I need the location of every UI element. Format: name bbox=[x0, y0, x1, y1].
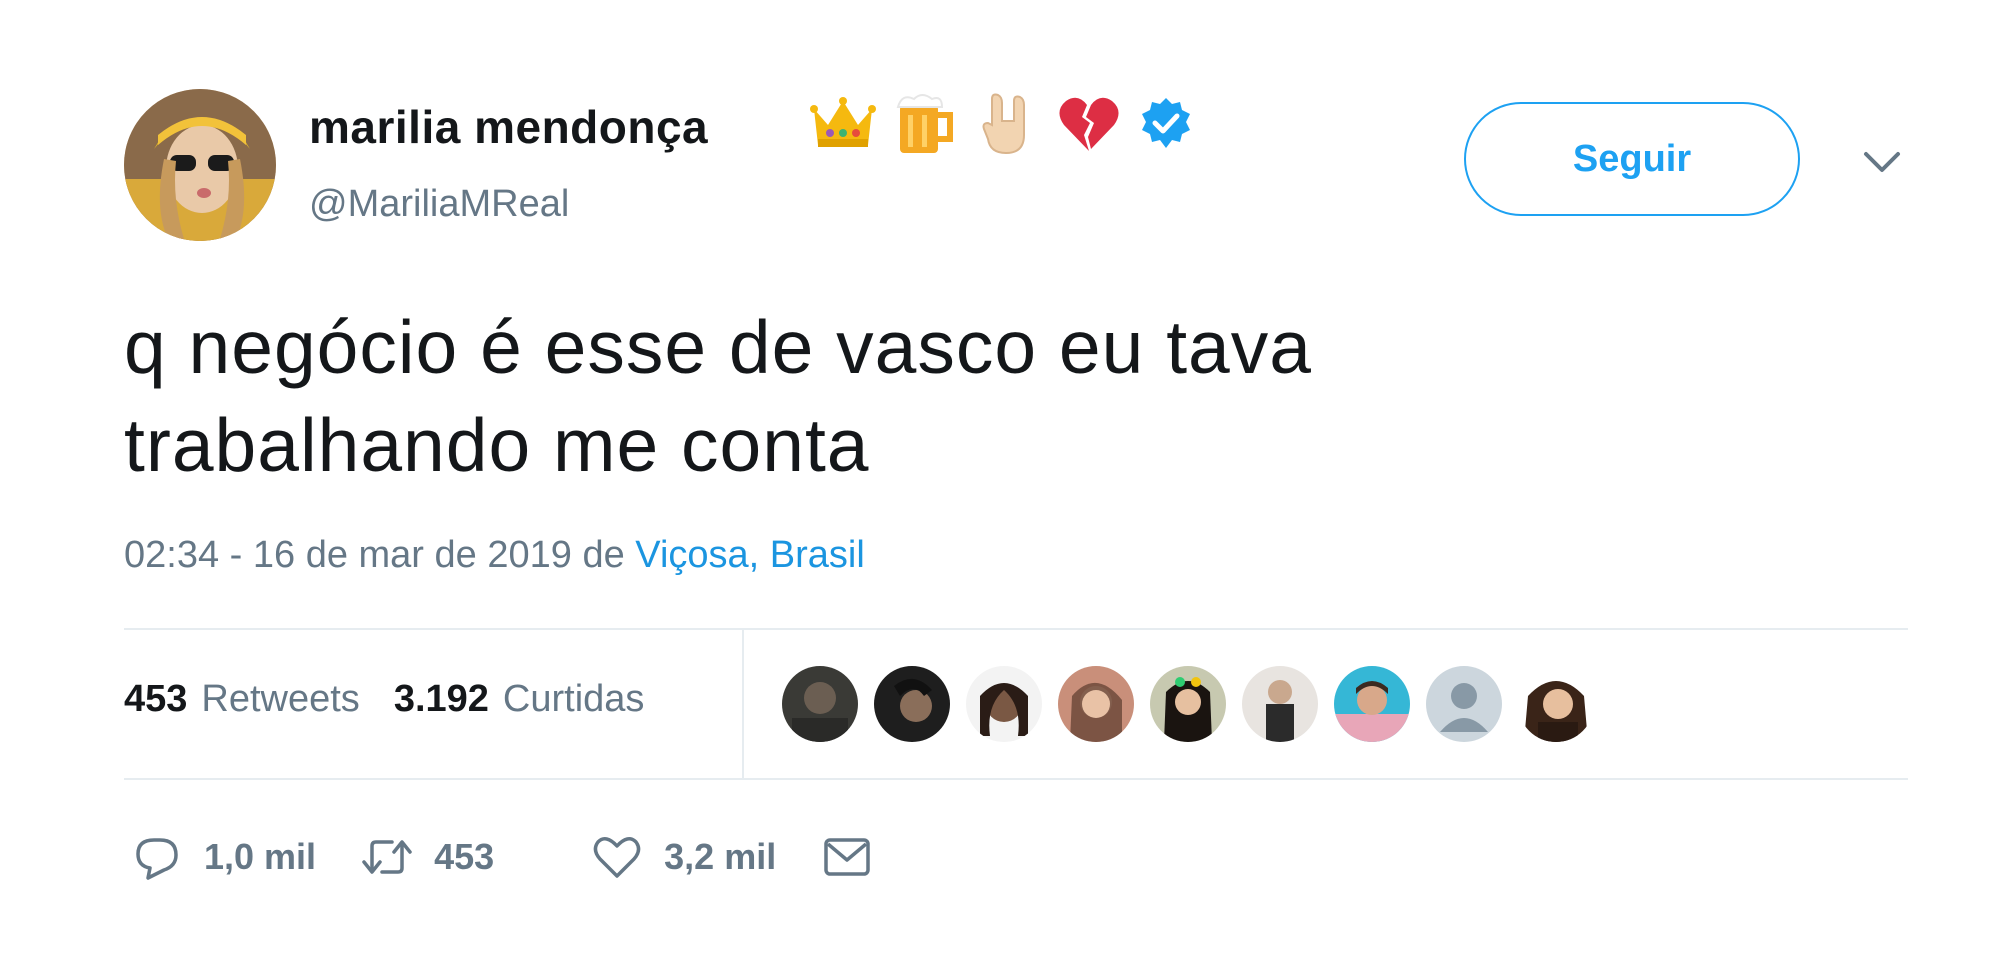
follow-button[interactable]: Seguir bbox=[1464, 102, 1800, 216]
retweet-count: 453 bbox=[434, 836, 495, 877]
liker-avatar[interactable] bbox=[1242, 666, 1318, 742]
reply-icon bbox=[136, 838, 178, 880]
tweet-card: marilia mendonça @MariliaMReal Seguir q … bbox=[0, 0, 2000, 978]
direct-message-action[interactable] bbox=[820, 830, 874, 884]
name-emoji-row bbox=[810, 88, 1194, 160]
author-avatar[interactable] bbox=[124, 89, 276, 241]
engagement-stats: 453 Retweets 3.192 Curtidas bbox=[124, 678, 644, 721]
likes-stat[interactable]: 3.192 Curtidas bbox=[394, 678, 645, 721]
from-word: de bbox=[582, 534, 625, 576]
divider-top bbox=[124, 628, 1908, 630]
author-display-name[interactable]: marilia mendonça bbox=[309, 100, 708, 154]
retweet-icon bbox=[362, 840, 412, 874]
stats-vertical-divider bbox=[742, 630, 744, 778]
rock-on-hand-emoji bbox=[982, 93, 1025, 155]
liker-avatar[interactable] bbox=[1150, 666, 1226, 742]
retweets-stat[interactable]: 453 Retweets bbox=[124, 678, 360, 721]
tweet-text: q negócio é esse de vasco eu tava trabal… bbox=[124, 298, 1824, 494]
liker-avatar[interactable] bbox=[966, 666, 1042, 742]
beer-mug-emoji bbox=[896, 94, 953, 153]
like-count: 3,2 mil bbox=[664, 836, 777, 877]
retweets-count: 453 bbox=[124, 678, 188, 720]
divider-bottom bbox=[124, 778, 1908, 780]
liker-avatar[interactable] bbox=[1518, 666, 1594, 742]
tweet-action-bar: 1,0 mil 453 3,2 mil bbox=[130, 822, 874, 892]
chevron-down-icon[interactable] bbox=[1862, 148, 1902, 178]
envelope-icon bbox=[824, 838, 870, 876]
retweet-action[interactable]: 453 bbox=[360, 830, 494, 884]
verified-badge-icon bbox=[1142, 98, 1190, 148]
crown-emoji bbox=[810, 97, 876, 147]
likers-avatar-row bbox=[782, 666, 1594, 742]
like-action[interactable]: 3,2 mil bbox=[590, 830, 776, 884]
tweet-text-line-2: trabalhando me conta bbox=[124, 403, 870, 487]
likes-count: 3.192 bbox=[393, 678, 489, 720]
liker-avatar[interactable] bbox=[782, 666, 858, 742]
liker-avatar[interactable] bbox=[1058, 666, 1134, 742]
tweet-text-line-1: q negócio é esse de vasco eu tava bbox=[124, 305, 1312, 389]
default-avatar-icon[interactable] bbox=[1426, 666, 1502, 742]
reply-count: 1,0 mil bbox=[204, 836, 317, 877]
author-handle[interactable]: @MariliaMReal bbox=[309, 183, 569, 226]
tweet-timestamp[interactable]: 02:34 - 16 de mar de 2019 bbox=[124, 534, 572, 576]
heart-icon bbox=[593, 837, 641, 878]
liker-avatar[interactable] bbox=[1334, 666, 1410, 742]
likes-label: Curtidas bbox=[502, 678, 645, 720]
liker-avatar[interactable] bbox=[874, 666, 950, 742]
broken-heart-emoji bbox=[1059, 97, 1119, 151]
tweet-location-link[interactable]: Viçosa, Brasil bbox=[635, 534, 865, 576]
tweet-metadata: 02:34 - 16 de mar de 2019 de Viçosa, Bra… bbox=[124, 534, 865, 577]
retweets-label: Retweets bbox=[201, 678, 360, 720]
reply-action[interactable]: 1,0 mil bbox=[130, 830, 316, 884]
